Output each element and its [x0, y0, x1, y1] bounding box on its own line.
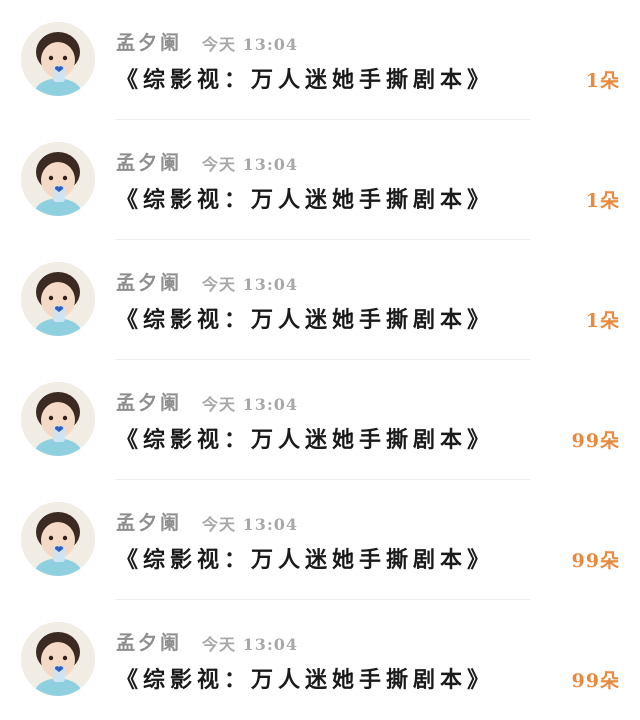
message-item[interactable]: 孟夕阑 今天 13:04 《综影视：万人迷她手撕剧本》 99朵: [0, 480, 640, 600]
message-time: 今天 13:04: [202, 155, 299, 174]
message-item[interactable]: 孟夕阑 今天 13:04 《综影视：万人迷她手撕剧本》 99朵: [0, 600, 640, 720]
flower-count: 1朵: [585, 190, 620, 212]
message-time: 今天 13:04: [202, 275, 299, 294]
sender-name: 孟夕阑: [116, 632, 183, 654]
sender-name: 孟夕阑: [116, 32, 183, 54]
message-time: 今天 13:04: [202, 395, 299, 414]
message-title: 《综影视：万人迷她手撕剧本》: [116, 187, 495, 213]
message-item[interactable]: 孟夕阑 今天 13:04 《综影视：万人迷她手撕剧本》 1朵: [0, 0, 640, 120]
avatar[interactable]: [21, 502, 95, 576]
flower-count: 1朵: [585, 310, 620, 332]
flower-count: 99朵: [571, 670, 620, 692]
child-avatar-icon: [21, 22, 95, 96]
message-time: 今天 13:04: [202, 515, 299, 534]
message-title: 《综影视：万人迷她手撕剧本》: [116, 427, 495, 453]
message-title: 《综影视：万人迷她手撕剧本》: [116, 67, 495, 93]
message-item[interactable]: 孟夕阑 今天 13:04 《综影视：万人迷她手撕剧本》 1朵: [0, 120, 640, 240]
sender-name: 孟夕阑: [116, 272, 183, 294]
message-title: 《综影视：万人迷她手撕剧本》: [116, 547, 495, 573]
child-avatar-icon: [21, 142, 95, 216]
message-time: 今天 13:04: [202, 635, 299, 654]
message-item[interactable]: 孟夕阑 今天 13:04 《综影视：万人迷她手撕剧本》 1朵: [0, 240, 640, 360]
message-title: 《综影视：万人迷她手撕剧本》: [116, 667, 495, 693]
avatar[interactable]: [21, 262, 95, 336]
avatar[interactable]: [21, 382, 95, 456]
message-item[interactable]: 孟夕阑 今天 13:04 《综影视：万人迷她手撕剧本》 99朵: [0, 360, 640, 480]
message-time: 今天 13:04: [202, 35, 299, 54]
message-list: 孟夕阑 今天 13:04 《综影视：万人迷她手撕剧本》 1朵 孟夕阑 今天 13…: [0, 0, 640, 702]
flower-count: 99朵: [571, 550, 620, 572]
sender-name: 孟夕阑: [116, 152, 183, 174]
avatar[interactable]: [21, 622, 95, 696]
avatar[interactable]: [21, 22, 95, 96]
child-avatar-icon: [21, 262, 95, 336]
child-avatar-icon: [21, 502, 95, 576]
child-avatar-icon: [21, 382, 95, 456]
avatar[interactable]: [21, 142, 95, 216]
flower-count: 1朵: [585, 70, 620, 92]
sender-name: 孟夕阑: [116, 392, 183, 414]
sender-name: 孟夕阑: [116, 512, 183, 534]
message-title: 《综影视：万人迷她手撕剧本》: [116, 307, 495, 333]
flower-count: 99朵: [571, 430, 620, 452]
child-avatar-icon: [21, 622, 95, 696]
